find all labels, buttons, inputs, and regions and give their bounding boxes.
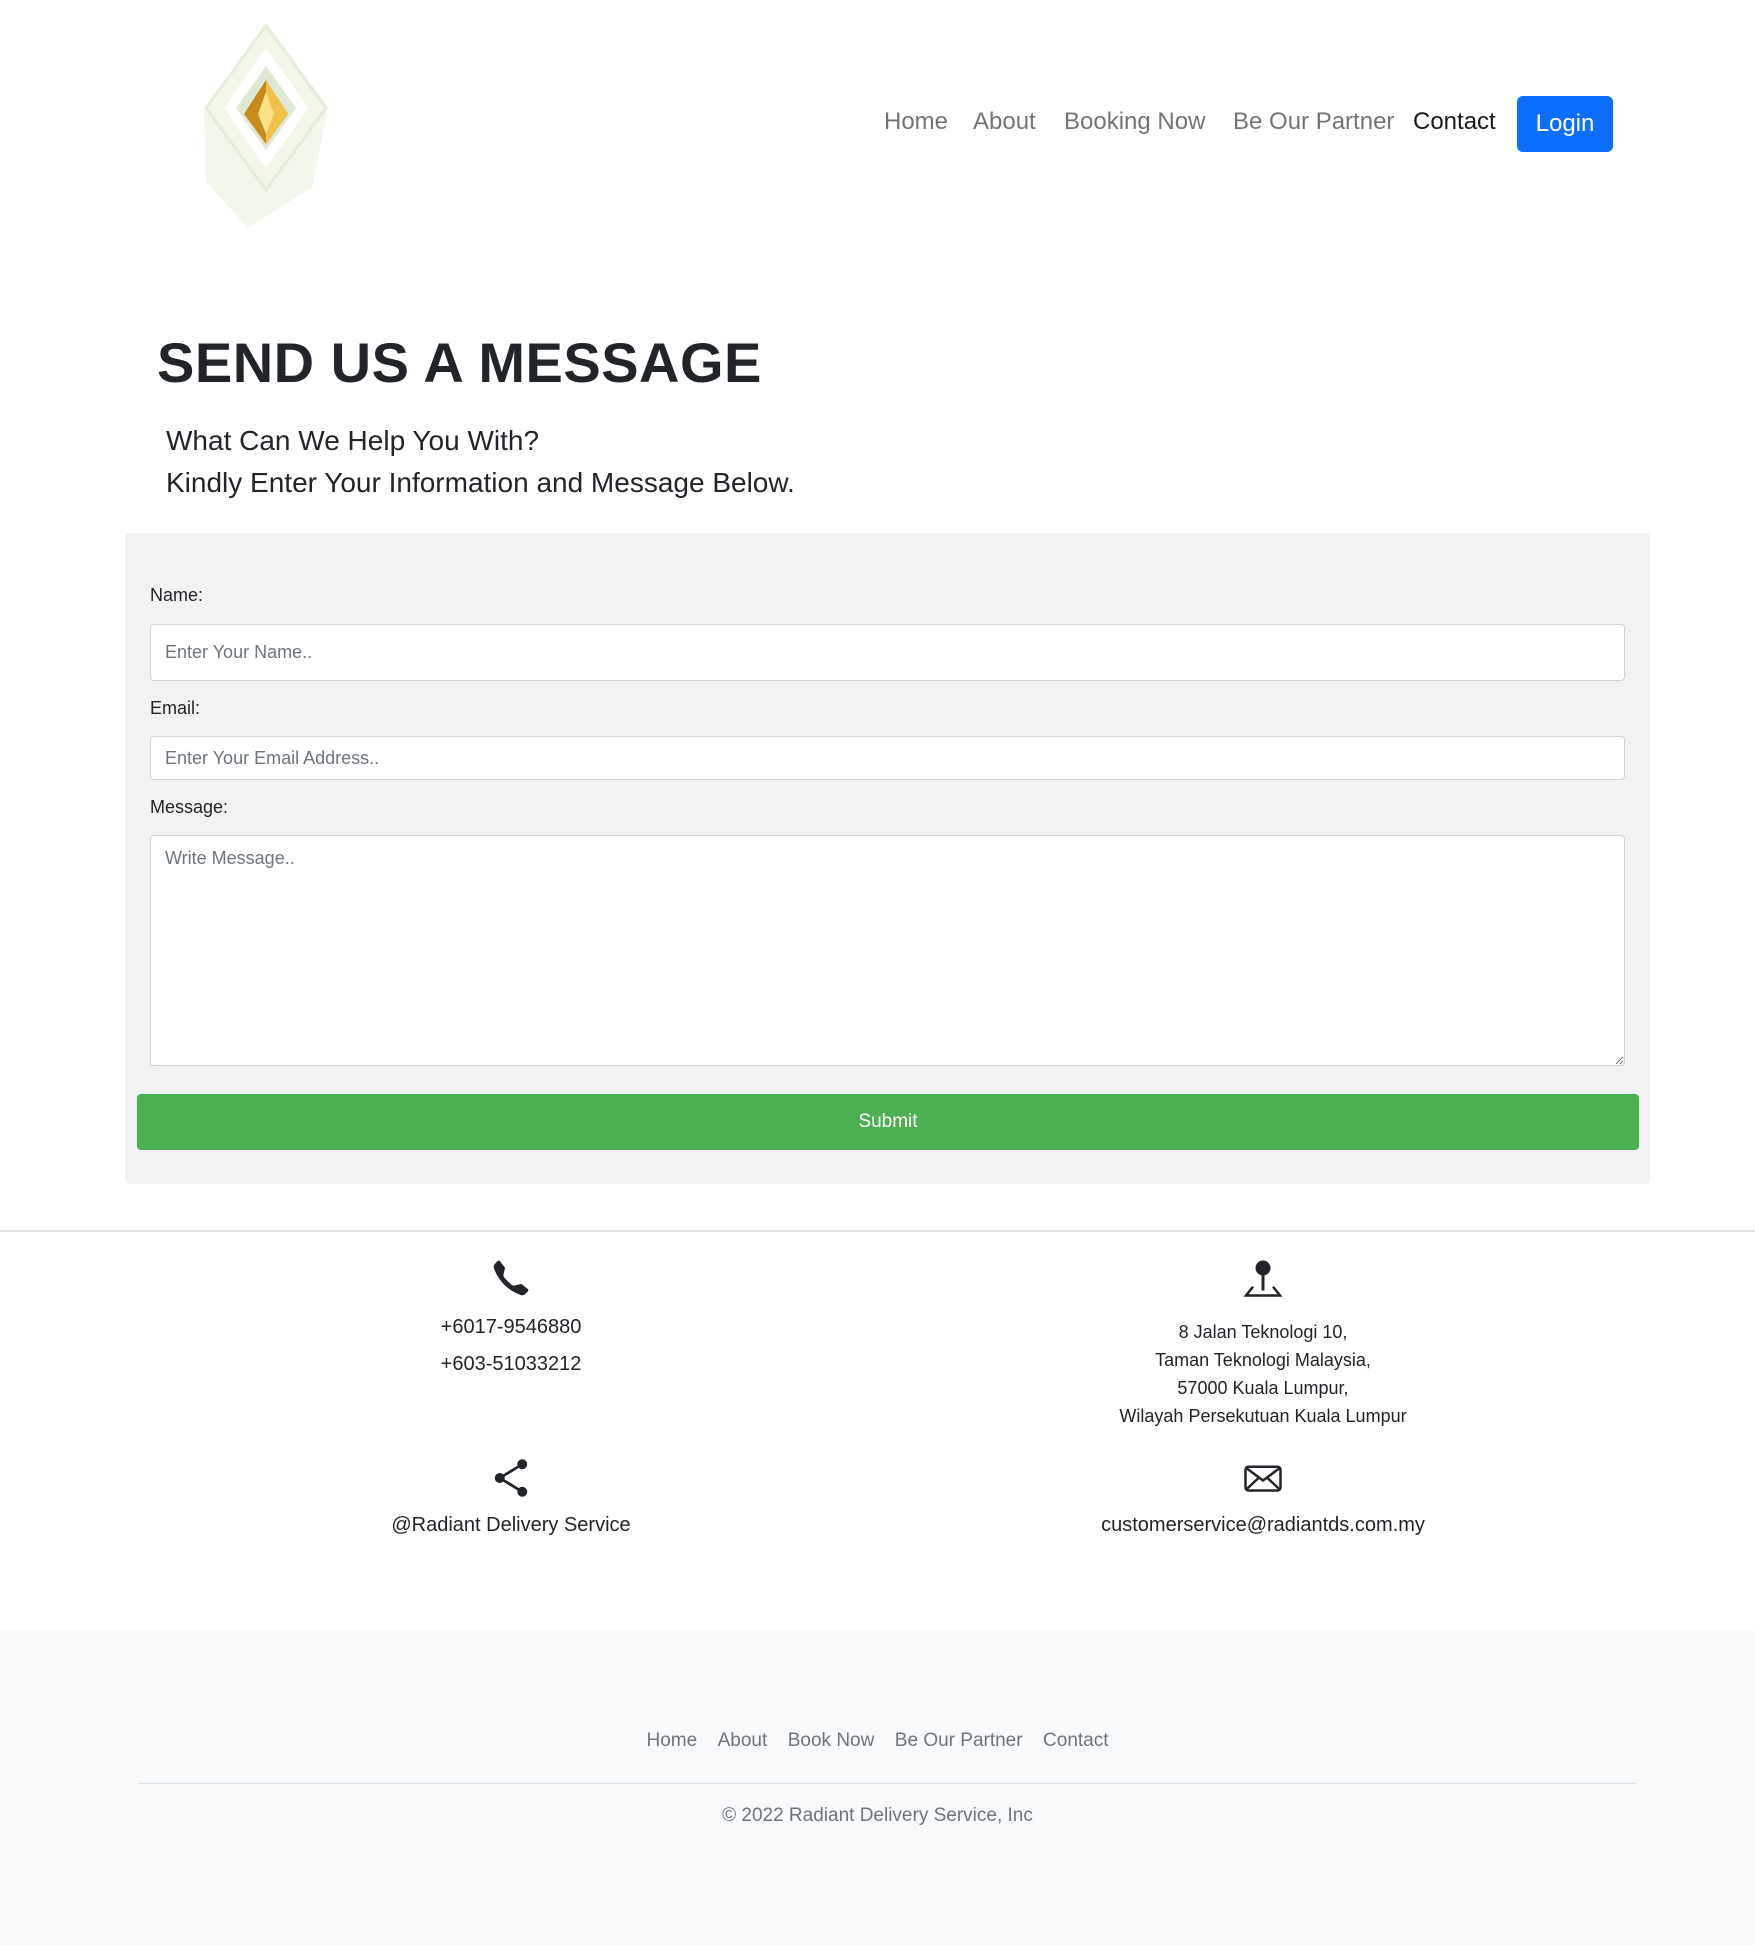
site-footer: Home About Book Now Be Our Partner Conta… (0, 1630, 1755, 1945)
share-icon (491, 1458, 531, 1498)
email-address[interactable]: customerservice@radiantds.com.my (1063, 1514, 1463, 1537)
page-title: SEND US A MESSAGE (157, 331, 762, 394)
subtitle-instruction: Kindly Enter Your Information and Messag… (166, 467, 795, 498)
site-header: Home About Booking Now Be Our Partner Co… (0, 0, 1755, 240)
message-textarea[interactable] (150, 835, 1625, 1066)
email-label: Email: (150, 698, 201, 718)
nav-about[interactable]: About (973, 108, 1036, 136)
submit-button[interactable]: Submit (137, 1094, 1639, 1150)
footer-link-book-now[interactable]: Book Now (788, 1730, 875, 1752)
location-pin-icon (1243, 1258, 1283, 1298)
footer-link-contact[interactable]: Contact (1043, 1730, 1108, 1752)
contact-form: Name: Email: Message: Submit (125, 533, 1650, 1184)
phone-block: +6017-9546880 +603-51033212 (411, 1258, 611, 1376)
message-label: Message: (150, 797, 229, 817)
phone-number-2[interactable]: +603-51033212 (411, 1353, 611, 1376)
address-line-2: Taman Teknologi Malaysia, (1155, 1350, 1371, 1370)
phone-icon (491, 1258, 531, 1298)
footer-divider (138, 1783, 1637, 1784)
address-line-1: 8 Jalan Teknologi 10, (1178, 1322, 1348, 1342)
footer-nav: Home About Book Now Be Our Partner Conta… (0, 1730, 1755, 1752)
address-line-3: 57000 Kuala Lumpur, (1177, 1378, 1349, 1398)
nav-be-our-partner[interactable]: Be Our Partner (1233, 108, 1394, 136)
nav-booking-now[interactable]: Booking Now (1064, 108, 1205, 136)
social-block: @Radiant Delivery Service (361, 1458, 661, 1537)
address-block: 8 Jalan Teknologi 10, Taman Teknologi Ma… (1063, 1258, 1463, 1430)
footer-link-partner[interactable]: Be Our Partner (895, 1730, 1023, 1752)
section-divider (0, 1230, 1755, 1232)
email-input[interactable] (150, 736, 1625, 780)
nav-contact[interactable]: Contact (1413, 108, 1496, 136)
name-label: Name: (150, 585, 204, 605)
email-block: customerservice@radiantds.com.my (1063, 1458, 1463, 1537)
envelope-icon (1243, 1458, 1283, 1498)
address-line-4: Wilayah Persekutuan Kuala Lumpur (1119, 1406, 1407, 1426)
footer-link-home[interactable]: Home (646, 1730, 697, 1752)
login-button[interactable]: Login (1517, 96, 1613, 152)
subtitle-question: What Can We Help You With? (166, 425, 540, 456)
nav-home[interactable]: Home (884, 108, 948, 136)
copyright-text: © 2022 Radiant Delivery Service, Inc (722, 1805, 1033, 1826)
name-input[interactable] (150, 624, 1625, 681)
main-nav: Home About Booking Now Be Our Partner Co… (0, 96, 1755, 154)
phone-number-1[interactable]: +6017-9546880 (411, 1316, 611, 1339)
social-handle[interactable]: @Radiant Delivery Service (361, 1514, 661, 1537)
footer-link-about[interactable]: About (718, 1730, 768, 1752)
